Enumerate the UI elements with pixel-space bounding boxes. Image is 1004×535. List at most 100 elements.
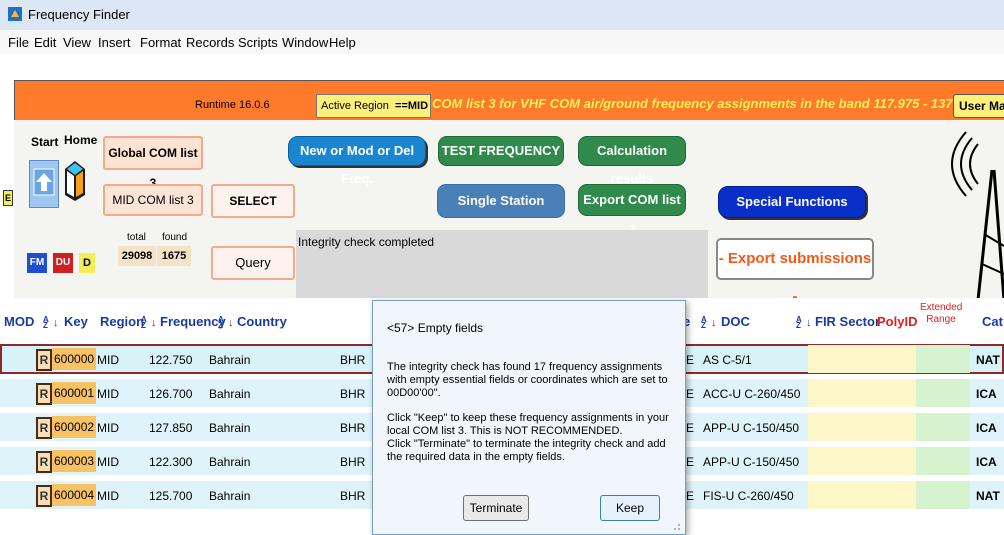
home-cube-icon	[65, 161, 85, 201]
active-region-box: Active Region ==MID	[316, 94, 431, 118]
code-cell: BHR	[340, 421, 366, 435]
doc-cell: APP-U C-150/450	[703, 421, 800, 435]
start-button[interactable]	[29, 160, 59, 208]
keep-button[interactable]: Keep	[600, 495, 660, 521]
sort-icon[interactable]: A Z ↓	[43, 314, 59, 329]
special-functions-button[interactable]: Special Functions	[718, 186, 866, 218]
fir-cell	[808, 345, 874, 373]
home-button[interactable]	[61, 155, 89, 203]
frequency-cell: 122.750	[149, 353, 193, 367]
menu-file[interactable]: File	[8, 35, 29, 50]
col-frequency[interactable]: Frequency	[160, 314, 226, 329]
sort-icon[interactable]: A Z ↓	[218, 314, 234, 329]
d-button[interactable]: D	[79, 253, 95, 273]
single-station-button[interactable]: Single Station	[437, 184, 565, 218]
du-button[interactable]: DU	[53, 253, 73, 273]
menu-insert[interactable]: Insert	[98, 35, 131, 50]
sort-icon[interactable]: A Z ↓	[141, 314, 157, 329]
fm-button[interactable]: FM	[27, 253, 47, 273]
e-cell: E	[686, 489, 695, 503]
key-cell: 600000	[52, 348, 96, 370]
key-cell: 600001	[52, 382, 96, 404]
region-cell: MID	[97, 353, 119, 367]
fir-cell	[808, 379, 874, 407]
sort-icon[interactable]: A Z ↓	[796, 314, 812, 329]
antenna-tower-icon	[951, 131, 1004, 300]
dialog-title: <57> Empty fields	[387, 321, 484, 335]
test-frequency-button[interactable]: TEST FREQUENCY	[438, 136, 564, 166]
empty-fields-dialog: <57> Empty fields The integrity check ha…	[372, 300, 686, 535]
menu-scripts[interactable]: Scripts	[238, 35, 278, 50]
polyid-cell	[874, 345, 916, 373]
menu-view[interactable]: View	[63, 35, 91, 50]
doc-cell: FIS-U C-260/450	[703, 489, 794, 503]
country-cell: Bahrain	[209, 387, 251, 401]
doc-cell: APP-U C-150/450	[703, 455, 800, 469]
menu-edit[interactable]: Edit	[34, 35, 56, 50]
global-com-list-button[interactable]: Global COM list 3	[103, 136, 203, 190]
record-r-tag[interactable]: R	[36, 349, 52, 371]
status-panel: Integrity check completed	[296, 230, 708, 306]
found-label: found	[162, 232, 188, 243]
query-button[interactable]: Query	[211, 246, 295, 280]
e-cell: E	[686, 353, 695, 367]
e-cell: E	[686, 421, 695, 435]
polyid-cell	[874, 481, 916, 509]
col-doc[interactable]: DOC	[721, 314, 750, 329]
menu-bar: File Edit View Insert Format Records Scr…	[0, 30, 1004, 54]
active-region-label: Active Region	[321, 100, 389, 112]
col-extended-range[interactable]: Extended Range	[920, 302, 962, 326]
col-key[interactable]: Key	[64, 314, 88, 329]
total-label: total	[127, 232, 146, 243]
title-bar: Frequency Finder	[0, 0, 1004, 31]
cat-cell: ICA	[976, 387, 997, 401]
region-cell: MID	[97, 421, 119, 435]
dialog-paragraph: Click "Keep" to keep these frequency ass…	[387, 412, 669, 437]
menu-window[interactable]: Window	[282, 35, 328, 50]
e-cell: E	[686, 387, 695, 401]
integrity-status: Integrity check completed	[298, 235, 435, 249]
frequency-cell: 127.850	[149, 421, 193, 435]
country-cell: Bahrain	[209, 421, 251, 435]
sort-icon[interactable]: A Z ↓	[701, 314, 717, 329]
country-cell: Bahrain	[209, 489, 251, 503]
frequency-cell: 126.700	[149, 387, 193, 401]
terminate-button[interactable]: Terminate	[463, 495, 529, 521]
dialog-paragraph: The integrity check has found 17 frequen…	[387, 361, 668, 399]
polyid-cell	[874, 413, 916, 441]
menu-help[interactable]: Help	[329, 35, 356, 50]
resize-grip-icon[interactable]	[671, 521, 681, 531]
col-region[interactable]: Region	[100, 314, 144, 329]
app-icon	[8, 7, 22, 21]
extended-range-cell	[916, 481, 970, 509]
menu-records[interactable]: Records	[186, 35, 234, 50]
frequency-cell: 122.300	[149, 455, 193, 469]
record-r-tag[interactable]: R	[36, 417, 52, 439]
mid-com-list-button[interactable]: MID COM list 3	[103, 184, 203, 216]
export-com-list-button[interactable]: Export COM list 3	[578, 184, 686, 237]
menu-format[interactable]: Format	[140, 35, 181, 50]
col-cat[interactable]: Cat	[982, 314, 1003, 329]
cat-cell: NAT	[976, 489, 1000, 503]
dialog-paragraph: Click "Terminate" to terminate the integ…	[387, 438, 666, 463]
calculation-results-button[interactable]: Calculation results	[578, 136, 686, 186]
record-r-tag[interactable]: R	[36, 485, 52, 507]
cat-cell: NAT	[976, 353, 1000, 367]
code-cell: BHR	[340, 353, 366, 367]
key-cell: 600004	[52, 484, 96, 506]
col-fir-sector[interactable]: FIR Sector	[815, 314, 880, 329]
select-button[interactable]: SELECT	[211, 184, 295, 218]
new-mod-del-freq-button[interactable]: New or Mod or Del Freq.	[288, 136, 426, 186]
window-title: Frequency Finder	[28, 7, 130, 22]
record-r-tag[interactable]: R	[36, 383, 52, 405]
col-mod[interactable]: MOD	[4, 314, 34, 329]
e-cell: E	[686, 455, 695, 469]
record-r-tag[interactable]: R	[36, 451, 52, 473]
extended-range-cell	[916, 413, 970, 441]
com-list-description: COM list 3 for VHF COM air/ground freque…	[432, 96, 983, 111]
col-polyid[interactable]: PolyID	[877, 314, 917, 329]
found-value: 1675	[157, 246, 191, 266]
user-manual-button[interactable]: User Ma	[953, 94, 1004, 118]
col-country[interactable]: Country	[237, 314, 287, 329]
export-submissions-button[interactable]: - Export submissions -	[716, 238, 874, 305]
